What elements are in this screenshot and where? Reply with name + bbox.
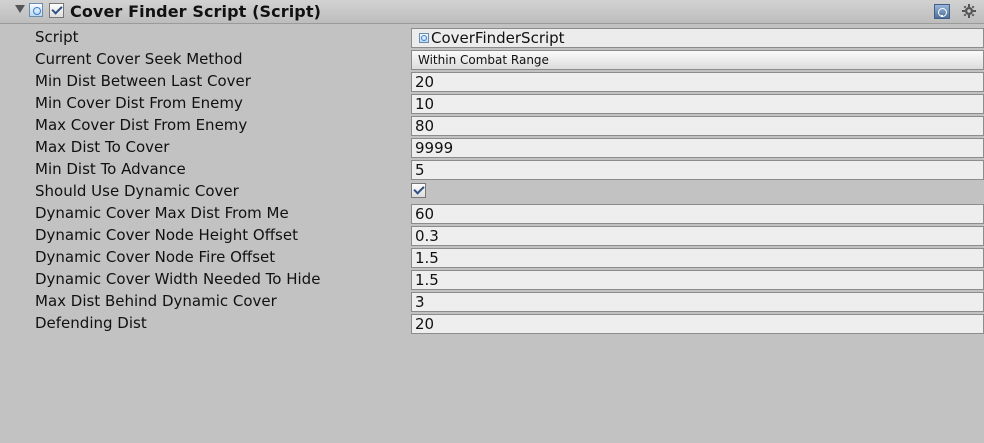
inspector-panel: Cover Finder Script (Script) Script Cove… (0, 0, 984, 443)
property-label-dynamic-cover-width-needed-to-hide: Dynamic Cover Width Needed To Hide (35, 270, 321, 288)
property-label-min-dist-between-last-cover: Min Dist Between Last Cover (35, 72, 251, 90)
property-row-defending-dist: Defending Dist 20 (0, 312, 984, 335)
max-dist-behind-dynamic-cover-input[interactable]: 3 (411, 292, 984, 312)
script-object-field[interactable]: CoverFinderScript (411, 28, 984, 48)
property-row-min-dist-between-last-cover: Min Dist Between Last Cover 20 (0, 70, 984, 93)
cover-seek-method-dropdown[interactable]: Within Combat Range (411, 50, 984, 70)
foldout-arrow-icon[interactable] (15, 5, 25, 13)
property-row-max-cover-dist-from-enemy: Max Cover Dist From Enemy 80 (0, 114, 984, 137)
component-enabled-checkbox[interactable] (49, 3, 64, 18)
property-row-max-dist-behind-dynamic-cover: Max Dist Behind Dynamic Cover 3 (0, 290, 984, 313)
dynamic-cover-node-height-offset-input[interactable]: 0.3 (411, 226, 984, 246)
min-cover-dist-from-enemy-input[interactable]: 10 (411, 94, 984, 114)
property-label-current-cover-seek-method: Current Cover Seek Method (35, 50, 243, 68)
script-object-value: CoverFinderScript (431, 29, 565, 47)
property-row-max-dist-to-cover: Max Dist To Cover 9999 (0, 136, 984, 159)
property-label-defending-dist: Defending Dist (35, 314, 147, 332)
dynamic-cover-width-needed-to-hide-input[interactable]: 1.5 (411, 270, 984, 290)
property-row-script: Script CoverFinderScript (0, 26, 984, 49)
dynamic-cover-max-dist-from-me-input[interactable]: 60 (411, 204, 984, 224)
should-use-dynamic-cover-checkbox[interactable] (411, 183, 426, 198)
script-file-icon (419, 33, 429, 43)
property-row-min-cover-dist-from-enemy: Min Cover Dist From Enemy 10 (0, 92, 984, 115)
defending-dist-input[interactable]: 20 (411, 314, 984, 334)
property-row-current-cover-seek-method: Current Cover Seek Method Within Combat … (0, 48, 984, 71)
property-label-dynamic-cover-max-dist-from-me: Dynamic Cover Max Dist From Me (35, 204, 289, 222)
property-label-min-dist-to-advance: Min Dist To Advance (35, 160, 186, 178)
property-label-should-use-dynamic-cover: Should Use Dynamic Cover (35, 182, 239, 200)
component-header[interactable]: Cover Finder Script (Script) (0, 0, 984, 24)
min-dist-to-advance-input[interactable]: 5 (411, 160, 984, 180)
property-row-dynamic-cover-node-height-offset: Dynamic Cover Node Height Offset 0.3 (0, 224, 984, 247)
help-icon[interactable] (934, 4, 950, 19)
min-dist-between-last-cover-input[interactable]: 20 (411, 72, 984, 92)
property-label-max-dist-behind-dynamic-cover: Max Dist Behind Dynamic Cover (35, 292, 277, 310)
script-icon (29, 3, 43, 17)
property-label-min-cover-dist-from-enemy: Min Cover Dist From Enemy (35, 94, 243, 112)
gear-icon[interactable] (962, 4, 976, 18)
dynamic-cover-node-fire-offset-input[interactable]: 1.5 (411, 248, 984, 268)
max-cover-dist-from-enemy-input[interactable]: 80 (411, 116, 984, 136)
property-row-dynamic-cover-node-fire-offset: Dynamic Cover Node Fire Offset 1.5 (0, 246, 984, 269)
component-title: Cover Finder Script (Script) (70, 2, 322, 21)
max-dist-to-cover-input[interactable]: 9999 (411, 138, 984, 158)
property-label-dynamic-cover-node-fire-offset: Dynamic Cover Node Fire Offset (35, 248, 276, 266)
cover-seek-method-value: Within Combat Range (418, 53, 549, 67)
property-label-script: Script (35, 28, 79, 46)
property-label-max-dist-to-cover: Max Dist To Cover (35, 138, 170, 156)
property-row-dynamic-cover-max-dist-from-me: Dynamic Cover Max Dist From Me 60 (0, 202, 984, 225)
property-row-min-dist-to-advance: Min Dist To Advance 5 (0, 158, 984, 181)
property-row-dynamic-cover-width-needed-to-hide: Dynamic Cover Width Needed To Hide 1.5 (0, 268, 984, 291)
property-row-should-use-dynamic-cover: Should Use Dynamic Cover (0, 180, 984, 203)
property-label-max-cover-dist-from-enemy: Max Cover Dist From Enemy (35, 116, 248, 134)
property-label-dynamic-cover-node-height-offset: Dynamic Cover Node Height Offset (35, 226, 298, 244)
